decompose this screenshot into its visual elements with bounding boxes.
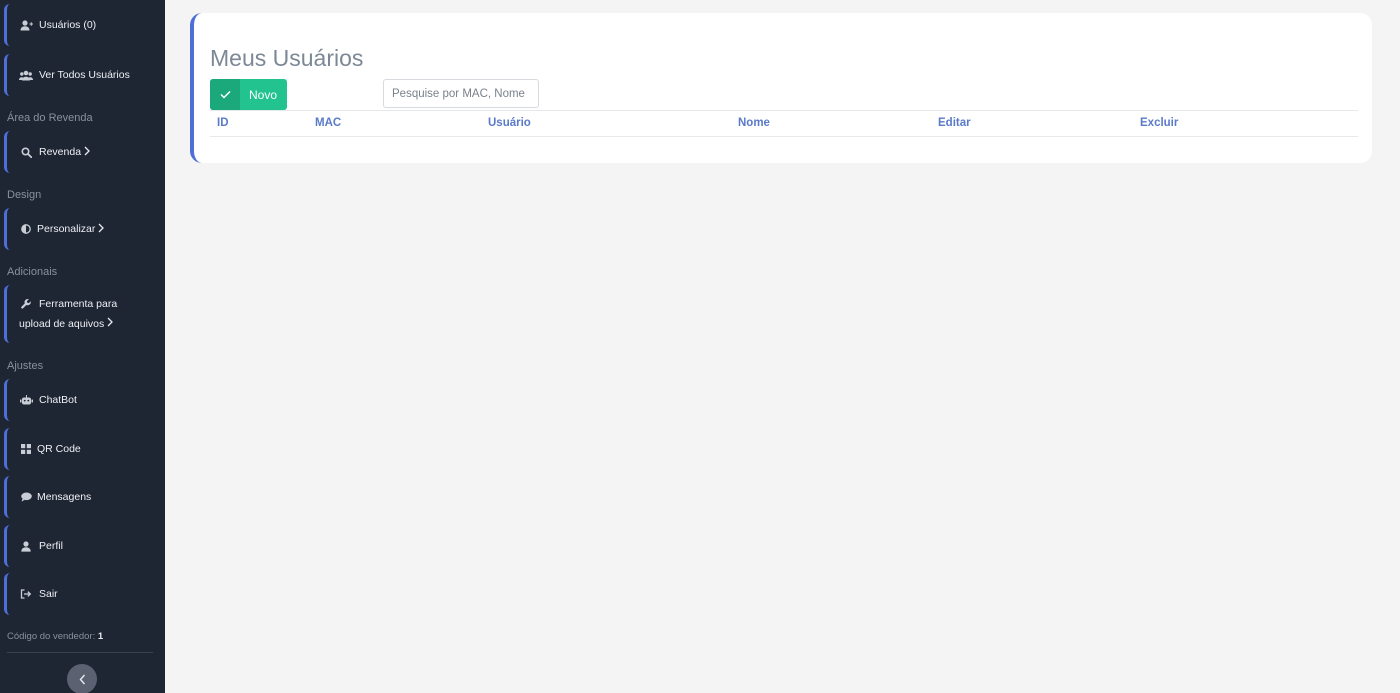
sidebar-item-chatbot[interactable]: ChatBot [4,379,159,421]
sign-out-icon [19,588,33,600]
column-header-usuario[interactable]: Usuário [488,117,531,129]
sidebar-item-sair[interactable]: Sair [4,573,159,615]
half-circle-icon [19,223,33,235]
sidebar-item-label: Sair [39,588,58,600]
sidebar-collapse-button[interactable] [67,664,97,693]
column-header-id[interactable]: ID [217,117,229,129]
vendor-code-value: 1 [97,631,104,642]
sidebar-item-revenda[interactable]: Revenda [4,131,159,173]
sidebar-divider [7,652,153,653]
sidebar-item-ver-todos[interactable]: Ver Todos Usuários [4,54,159,96]
sidebar-item-label: Ferramenta para [39,298,118,310]
sidebar-item-label: upload de aquivos [19,317,105,330]
sidebar-item-personalizar[interactable]: Personalizar [4,208,159,250]
search-input[interactable] [383,79,539,108]
sidebar-item-mensagens[interactable]: Mensagens [4,476,159,518]
new-user-button-label: Novo [249,87,278,102]
new-user-button[interactable]: Novo [210,79,287,110]
users-card: Meus Usuários Novo ID MAC Usuário Nome E… [190,13,1372,163]
sidebar-item-ferramenta-upload[interactable]: Ferramenta para upload de aquivos [4,285,159,343]
column-header-mac[interactable]: MAC [315,117,341,129]
section-label-area-revenda: Área do Revenda [7,112,93,124]
column-header-editar[interactable]: Editar [938,117,971,129]
check-icon [210,79,240,110]
user-plus-icon [19,19,33,31]
sidebar-item-label: Mensagens [37,491,92,503]
chevron-right-icon [107,317,114,330]
vendor-code: Código do vendedor: 1 [7,631,103,642]
page-title: Meus Usuários [210,45,364,71]
search-icon [19,146,33,158]
users-icon [19,69,33,81]
chevron-right-icon [98,223,105,236]
section-label-adicionais: Adicionais [7,266,58,278]
wrench-icon [19,298,33,310]
sidebar-item-label: ChatBot [39,394,77,406]
chevron-right-icon [84,146,90,159]
sidebar-item-qrcode[interactable]: QR Code [4,428,159,470]
section-label-ajustes: Ajustes [7,360,44,372]
sidebar-item-label: Personalizar [37,223,96,235]
section-label-design: Design [7,189,42,201]
sidebar-item-label: QR Code [37,443,81,455]
sidebar-item-label: Perfil [39,540,63,552]
grid-icon [19,443,33,455]
sidebar-item-line: upload de aquivos [19,317,114,330]
column-header-excluir[interactable]: Excluir [1140,117,1178,129]
sidebar-item-perfil[interactable]: Perfil [4,525,159,567]
robot-icon [19,394,33,406]
sidebar-item-label: Usuários (0) [39,19,97,31]
chat-icon [19,491,33,503]
sidebar-item-label: Ver Todos Usuários [39,69,130,81]
column-header-nome[interactable]: Nome [738,117,770,129]
sidebar-item-line: Ferramenta para [19,298,117,310]
sidebar-item-usuarios[interactable]: Usuários (0) [4,4,159,46]
sidebar-item-label: Revenda [39,146,82,158]
vendor-code-label: Código do vendedor: [7,631,96,642]
user-icon [19,540,33,552]
sidebar: Usuários (0) Ver Todos Usuários Área do … [0,0,165,693]
chevron-left-icon [79,674,86,685]
users-table-header: ID MAC Usuário Nome Editar Excluir [210,110,1358,137]
